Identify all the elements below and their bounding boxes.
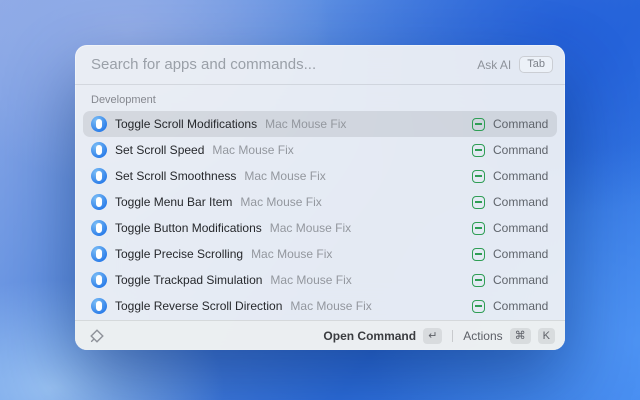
command-type-label: Command — [493, 143, 549, 157]
actions-button[interactable]: Actions — [463, 329, 502, 343]
tab-key-badge: Tab — [519, 56, 553, 73]
search-bar: Ask AI Tab — [75, 45, 565, 85]
command-type-label: Command — [493, 195, 549, 209]
search-input[interactable] — [91, 56, 477, 73]
mouse-app-icon — [91, 246, 107, 262]
k-key-badge: K — [538, 328, 555, 344]
mouse-app-icon — [91, 142, 107, 158]
item-subtitle: Mac Mouse Fix — [251, 247, 332, 261]
command-type-label: Command — [493, 117, 549, 131]
list-item[interactable]: Toggle Trackpad Simulation Mac Mouse Fix… — [83, 267, 557, 293]
cmd-key-badge: ⌘ — [510, 328, 531, 344]
list-item[interactable]: Set Scroll Speed Mac Mouse Fix Command — [83, 137, 557, 163]
list-item[interactable]: Set Scroll Smoothness Mac Mouse Fix Comm… — [83, 163, 557, 189]
command-type-icon — [472, 248, 485, 261]
item-subtitle: Mac Mouse Fix — [265, 117, 346, 131]
item-title: Toggle Menu Bar Item — [115, 195, 232, 209]
list-item[interactable]: Toggle Reverse Scroll Direction Mac Mous… — [83, 293, 557, 319]
command-type-label: Command — [493, 221, 549, 235]
results-list: Development Toggle Scroll Modifications … — [75, 85, 565, 320]
command-type-label: Command — [493, 273, 549, 287]
item-subtitle: Mac Mouse Fix — [270, 221, 351, 235]
command-type-label: Command — [493, 169, 549, 183]
item-subtitle: Mac Mouse Fix — [240, 195, 321, 209]
mouse-app-icon — [91, 272, 107, 288]
item-title: Set Scroll Speed — [115, 143, 204, 157]
list-item[interactable]: Toggle Precise Scrolling Mac Mouse Fix C… — [83, 241, 557, 267]
raycast-logo-icon — [89, 328, 105, 344]
footer-bar: Open Command ↵ Actions ⌘ K — [75, 320, 565, 350]
mouse-app-icon — [91, 116, 107, 132]
ask-ai-label[interactable]: Ask AI — [477, 58, 511, 72]
item-title: Toggle Precise Scrolling — [115, 247, 243, 261]
item-title: Toggle Button Modifications — [115, 221, 262, 235]
item-subtitle: Mac Mouse Fix — [270, 273, 351, 287]
mouse-app-icon — [91, 220, 107, 236]
mouse-app-icon — [91, 168, 107, 184]
item-subtitle: Mac Mouse Fix — [244, 169, 325, 183]
command-type-icon — [472, 300, 485, 313]
list-item[interactable]: Toggle Button Modifications Mac Mouse Fi… — [83, 215, 557, 241]
command-type-label: Command — [493, 247, 549, 261]
item-title: Toggle Reverse Scroll Direction — [115, 299, 282, 313]
item-subtitle: Mac Mouse Fix — [290, 299, 371, 313]
footer-divider — [452, 330, 453, 342]
mouse-app-icon — [91, 194, 107, 210]
command-type-icon — [472, 222, 485, 235]
open-command-button[interactable]: Open Command — [323, 329, 416, 343]
item-title: Toggle Scroll Modifications — [115, 117, 257, 131]
item-title: Set Scroll Smoothness — [115, 169, 236, 183]
section-header-development: Development — [91, 94, 549, 106]
command-type-icon — [472, 196, 485, 209]
enter-key-badge: ↵ — [423, 328, 442, 344]
command-type-icon — [472, 170, 485, 183]
item-subtitle: Mac Mouse Fix — [212, 143, 293, 157]
command-type-label: Command — [493, 299, 549, 313]
item-title: Toggle Trackpad Simulation — [115, 273, 262, 287]
command-type-icon — [472, 118, 485, 131]
command-type-icon — [472, 144, 485, 157]
command-type-icon — [472, 274, 485, 287]
list-item[interactable]: Toggle Scroll Modifications Mac Mouse Fi… — [83, 111, 557, 137]
list-item[interactable]: Toggle Menu Bar Item Mac Mouse Fix Comma… — [83, 189, 557, 215]
command-palette-window: Ask AI Tab Development Toggle Scroll Mod… — [75, 45, 565, 350]
mouse-app-icon — [91, 298, 107, 314]
